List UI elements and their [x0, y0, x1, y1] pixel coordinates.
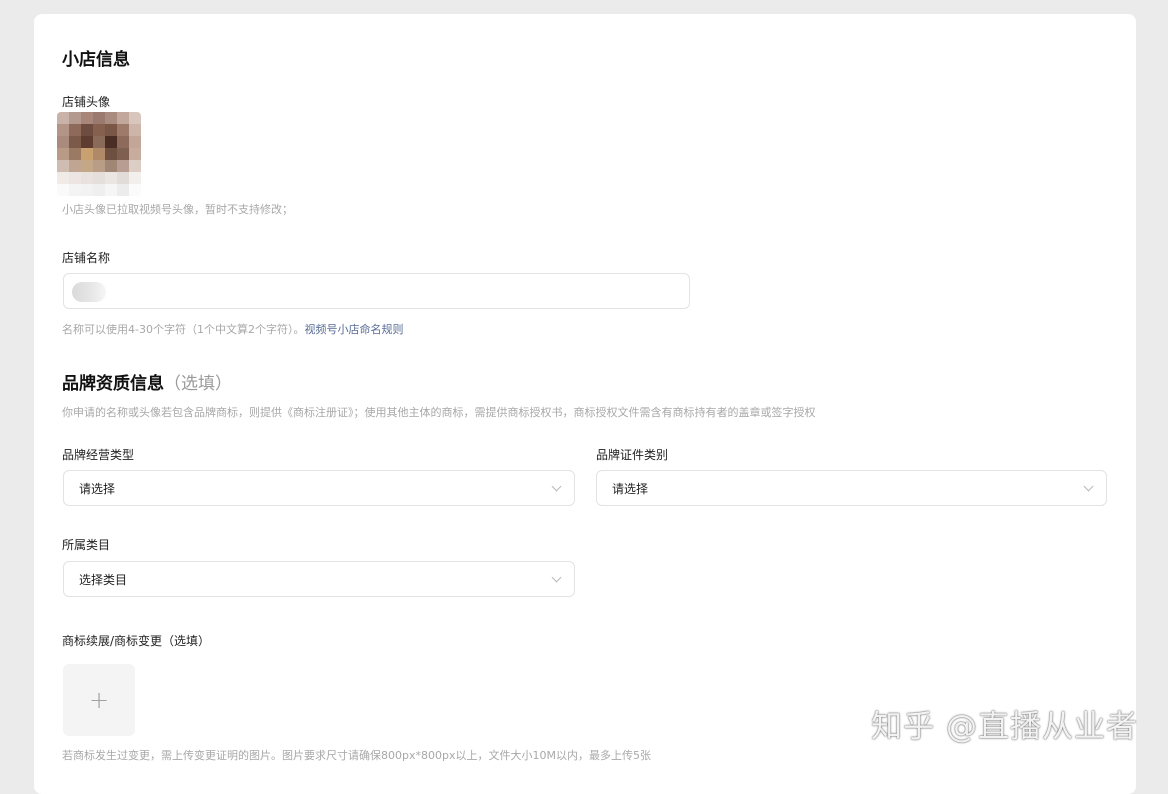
avatar-hint: 小店头像已拉取视频号头像，暂时不支持修改；: [62, 203, 293, 216]
cert-type-select[interactable]: 请选择: [596, 470, 1107, 506]
form-card: 小店信息 店铺头像 小店头像已拉取视频号头像，暂时不支持修改； 店铺名称 名称可…: [34, 14, 1136, 794]
brand-type-select[interactable]: 请选择: [63, 470, 575, 506]
avatar-pixel: [117, 148, 129, 160]
avatar-pixel: [81, 160, 93, 172]
avatar-pixel: [105, 172, 117, 184]
avatar-pixel: [69, 112, 81, 124]
shop-name-input[interactable]: [63, 273, 690, 309]
avatar-pixel: [117, 172, 129, 184]
chevron-down-icon: [551, 481, 562, 491]
chevron-down-icon: [1083, 481, 1094, 491]
brand-info-title-text: 品牌资质信息: [62, 374, 164, 394]
avatar-pixel: [129, 112, 141, 124]
brand-type-value: 请选择: [79, 481, 116, 496]
avatar-pixel: [69, 184, 81, 196]
avatar-pixel: [81, 172, 93, 184]
avatar-pixel: [129, 184, 141, 196]
avatar-pixel: [57, 148, 69, 160]
avatar-pixel: [81, 124, 93, 136]
avatar-pixel: [129, 160, 141, 172]
avatar-pixel: [57, 112, 69, 124]
avatar-pixel: [93, 112, 105, 124]
watermark: 知乎 @直播从业者: [871, 709, 1138, 745]
avatar-pixel: [81, 112, 93, 124]
brand-type-label: 品牌经营类型: [62, 448, 135, 462]
brand-info-title: 品牌资质信息（选填）: [62, 369, 232, 394]
avatar-pixel: [129, 124, 141, 136]
avatar-pixel: [93, 136, 105, 148]
avatar-label: 店铺头像: [62, 95, 111, 109]
avatar-pixel: [93, 124, 105, 136]
avatar-pixel: [57, 184, 69, 196]
avatar-pixel: [93, 160, 105, 172]
naming-rules-link[interactable]: 视频号小店命名规则: [304, 323, 403, 336]
avatar-pixel: [105, 160, 117, 172]
shop-name-label: 店铺名称: [62, 251, 111, 265]
avatar-pixel: [81, 148, 93, 160]
trademark-change-label: 商标续展/商标变更（选填）: [62, 634, 211, 648]
cert-type-value: 请选择: [612, 481, 649, 496]
trademark-upload-button[interactable]: +: [63, 664, 135, 736]
upload-hint: 若商标发生过变更，需上传变更证明的图片。图片要求尺寸请确保800px*800px…: [62, 749, 651, 762]
avatar-pixel: [129, 148, 141, 160]
cert-type-label: 品牌证件类别: [596, 448, 669, 462]
avatar-pixel: [69, 148, 81, 160]
avatar-pixel: [129, 136, 141, 148]
shop-info-title: 小店信息: [62, 50, 130, 70]
avatar-pixel: [117, 112, 129, 124]
avatar-pixel: [69, 160, 81, 172]
category-select[interactable]: 选择类目: [63, 561, 575, 597]
avatar-pixel: [81, 136, 93, 148]
shop-name-hint-text: 名称可以使用4-30个字符（1个中文算2个字符）。: [62, 323, 305, 336]
avatar-pixel: [105, 184, 117, 196]
shop-avatar: [57, 112, 141, 196]
avatar-pixel: [105, 124, 117, 136]
avatar-pixel: [81, 184, 93, 196]
avatar-pixel: [117, 184, 129, 196]
category-value: 选择类目: [79, 572, 128, 587]
avatar-pixel: [117, 136, 129, 148]
plus-icon: +: [88, 686, 110, 714]
category-label: 所属类目: [62, 538, 111, 552]
shop-name-value-blurred: [72, 282, 106, 302]
avatar-pixel: [105, 136, 117, 148]
avatar-pixel: [57, 124, 69, 136]
brand-info-optional: （选填）: [164, 374, 232, 394]
shop-name-hint: 名称可以使用4-30个字符（1个中文算2个字符）。视频号小店命名规则: [62, 321, 403, 337]
avatar-pixel: [69, 136, 81, 148]
avatar-pixel: [105, 148, 117, 160]
avatar-pixel: [129, 172, 141, 184]
chevron-down-icon: [551, 572, 562, 582]
avatar-pixel: [93, 148, 105, 160]
avatar-pixel: [57, 160, 69, 172]
avatar-pixel: [69, 172, 81, 184]
avatar-pixel: [57, 136, 69, 148]
avatar-pixel: [93, 184, 105, 196]
avatar-pixel: [117, 160, 129, 172]
avatar-pixel: [93, 172, 105, 184]
avatar-pixel: [57, 172, 69, 184]
avatar-pixel: [69, 124, 81, 136]
brand-info-description: 你申请的名称或头像若包含品牌商标，则提供《商标注册证》；使用其他主体的商标，需提…: [62, 406, 816, 419]
avatar-pixel: [117, 124, 129, 136]
avatar-pixel: [105, 112, 117, 124]
